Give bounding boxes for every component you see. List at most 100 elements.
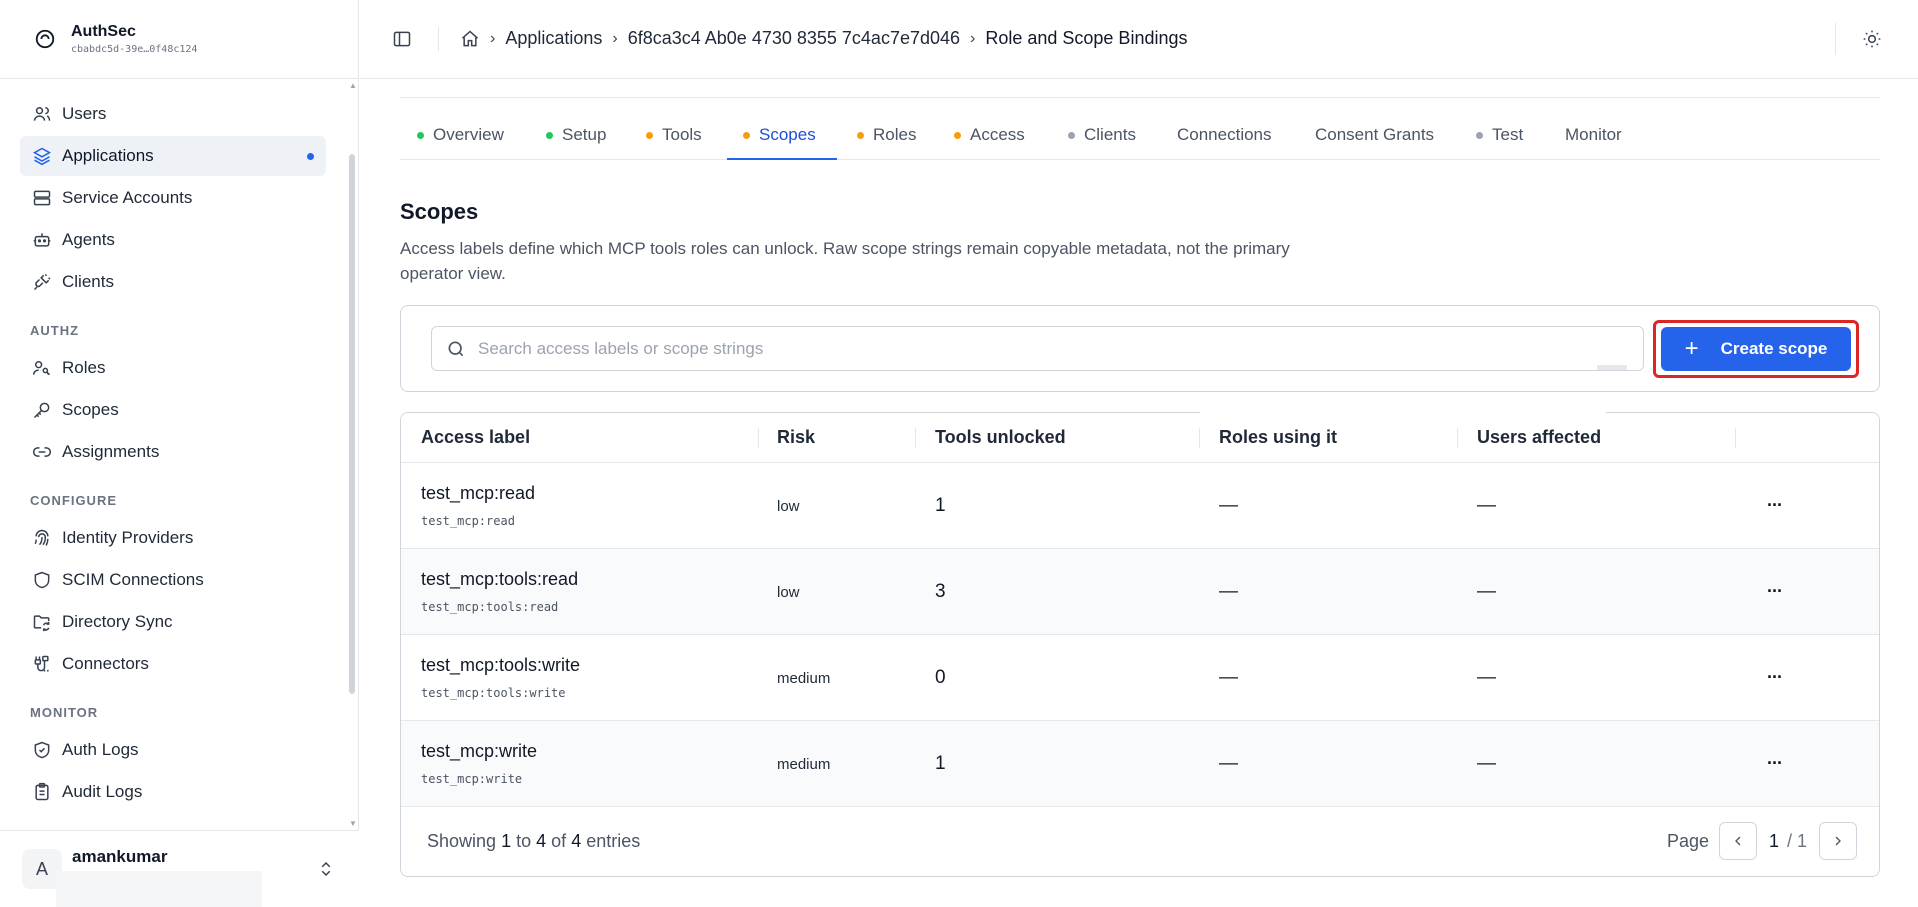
create-scope-label: Create scope: [1720, 339, 1828, 358]
more-actions-icon[interactable]: ···: [1767, 581, 1783, 602]
status-dot: [546, 131, 553, 139]
tab-monitor[interactable]: Monitor: [1565, 110, 1622, 160]
sidebar-item-clients[interactable]: Clients: [20, 262, 326, 302]
home-icon[interactable]: [460, 29, 480, 49]
tab-setup[interactable]: Setup: [546, 110, 606, 160]
search-field[interactable]: [431, 326, 1644, 371]
column-divider: [1457, 428, 1458, 448]
chevron-up-down-icon[interactable]: [317, 859, 335, 879]
sidebar-toggle-icon[interactable]: [392, 29, 412, 49]
server-icon: [33, 190, 51, 206]
tab-label: Test: [1492, 125, 1524, 144]
sidebar-item-users[interactable]: Users: [20, 94, 326, 134]
app-tabs: Overview Setup Tools Scopes Roles Access…: [400, 110, 1880, 160]
column-header-tools-unlocked[interactable]: Tools unlocked: [935, 427, 1066, 448]
search-icon: [448, 341, 464, 356]
plus-icon: +: [1684, 335, 1699, 362]
scroll-up-icon[interactable]: ▲: [349, 81, 357, 90]
tab-access[interactable]: Access: [954, 110, 1025, 160]
tab-test[interactable]: Test: [1476, 110, 1523, 160]
table-row[interactable]: test_mcp:write test_mcp:write medium 1 —…: [401, 721, 1879, 807]
tab-tools[interactable]: Tools: [646, 110, 702, 160]
clipboard-icon: [35, 782, 49, 801]
tab-consent-grants[interactable]: Consent Grants: [1315, 110, 1434, 160]
search-input[interactable]: [478, 338, 1598, 359]
sidebar-item-label: Roles: [62, 358, 106, 377]
brand-header[interactable]: AuthSec cbabdc5d-39e…0f48c124: [0, 0, 358, 79]
status-dot: [857, 131, 864, 139]
sidebar-scrollbar[interactable]: ▲ ▼: [349, 79, 357, 830]
column-divider: [915, 428, 916, 448]
more-actions-icon[interactable]: ···: [1767, 667, 1783, 688]
sidebar-item-scopes[interactable]: Scopes: [20, 390, 326, 430]
page-title: Scopes: [400, 199, 479, 224]
sidebar-item-audit-logs[interactable]: Audit Logs: [20, 772, 326, 812]
table-footer: Showing 1 to 4 of 4 entries Page 1 / 1: [401, 809, 1879, 876]
risk-level: low: [777, 498, 800, 515]
sidebar-item-agents[interactable]: Agents: [20, 220, 326, 260]
tools-unlocked: 1: [935, 495, 946, 516]
roles-using-it: —: [1219, 495, 1238, 516]
sidebar-item-applications[interactable]: Applications: [20, 136, 326, 176]
brand-name: AuthSec: [71, 23, 136, 40]
column-header-access-label[interactable]: Access label: [421, 427, 530, 448]
fingerprint-icon: [34, 529, 49, 546]
scroll-down-icon[interactable]: ▼: [349, 819, 357, 828]
scope-string: test_mcp:tools:read: [421, 600, 559, 614]
more-actions-icon[interactable]: ···: [1767, 753, 1783, 774]
sidebar-item-connectors[interactable]: Connectors: [20, 644, 326, 684]
user-menu[interactable]: A amankumar: [0, 830, 359, 907]
shield-icon: [34, 571, 50, 589]
topbar-divider: [1835, 23, 1836, 55]
create-scope-button[interactable]: + Create scope: [1661, 327, 1851, 371]
tab-connections[interactable]: Connections: [1177, 110, 1272, 160]
tab-overview[interactable]: Overview: [417, 110, 504, 160]
column-header-roles-using-it[interactable]: Roles using it: [1219, 427, 1337, 448]
tab-scopes[interactable]: Scopes: [743, 110, 816, 160]
sidebar-item-scim-connections[interactable]: SCIM Connections: [20, 560, 326, 600]
tab-label: Overview: [433, 125, 504, 144]
more-actions-icon[interactable]: ···: [1767, 495, 1783, 516]
sidebar-item-directory-sync[interactable]: Directory Sync: [20, 602, 326, 642]
user-name: amankumar: [72, 847, 168, 866]
breadcrumb-applications[interactable]: Applications: [505, 28, 602, 49]
scope-string: test_mcp:tools:write: [421, 686, 566, 700]
users-affected: —: [1477, 753, 1496, 774]
scopes-table: Access label Risk Tools unlocked Roles u…: [400, 412, 1880, 877]
sidebar-item-roles[interactable]: Roles: [20, 348, 326, 388]
chevron-right-icon: ›: [490, 29, 496, 47]
scope-string: test_mcp:read: [421, 514, 515, 528]
scrollbar-thumb[interactable]: [349, 154, 355, 694]
sidebar-item-label: Identity Providers: [62, 528, 194, 547]
page-description: Access labels define which MCP tools rol…: [400, 239, 1290, 283]
next-page-button[interactable]: [1819, 822, 1857, 860]
risk-level: low: [777, 584, 800, 601]
breadcrumb-application-id[interactable]: 6f8ca3c4 Ab0e 4730 8355 7c4ac7e7d046: [628, 28, 960, 49]
sidebar-item-assignments[interactable]: Assignments: [20, 432, 326, 472]
sidebar-item-identity-providers[interactable]: Identity Providers: [20, 518, 326, 558]
table-row[interactable]: test_mcp:tools:read test_mcp:tools:read …: [401, 549, 1879, 635]
column-header-users-affected[interactable]: Users affected: [1477, 427, 1601, 448]
tab-roles[interactable]: Roles: [857, 110, 916, 160]
sun-icon[interactable]: [1862, 29, 1882, 49]
users-affected: —: [1477, 581, 1496, 602]
column-header-risk[interactable]: Risk: [777, 427, 815, 448]
input-resize-handle: [1597, 365, 1627, 370]
sidebar-item-auth-logs[interactable]: Auth Logs: [20, 730, 326, 770]
table-row[interactable]: test_mcp:tools:write test_mcp:tools:writ…: [401, 635, 1879, 721]
sidebar-item-service-accounts[interactable]: Service Accounts: [20, 178, 326, 218]
previous-page-button[interactable]: [1719, 822, 1757, 860]
search-toolbar: + Create scope: [400, 305, 1880, 392]
tab-label: Tools: [662, 125, 702, 144]
tools-unlocked: 3: [935, 581, 946, 602]
cable-icon: [34, 655, 49, 672]
tab-clients[interactable]: Clients: [1068, 110, 1136, 160]
table-row[interactable]: test_mcp:read test_mcp:read low 1 — — ··…: [401, 463, 1879, 549]
sidebar-item-label: Connectors: [62, 654, 149, 673]
status-dot: [646, 131, 653, 139]
tab-label: Setup: [562, 125, 607, 144]
column-divider: [758, 428, 759, 448]
roles-using-it: —: [1219, 581, 1238, 602]
section-monitor: MONITOR: [30, 705, 99, 720]
sidebar-item-label: Applications: [62, 146, 154, 165]
